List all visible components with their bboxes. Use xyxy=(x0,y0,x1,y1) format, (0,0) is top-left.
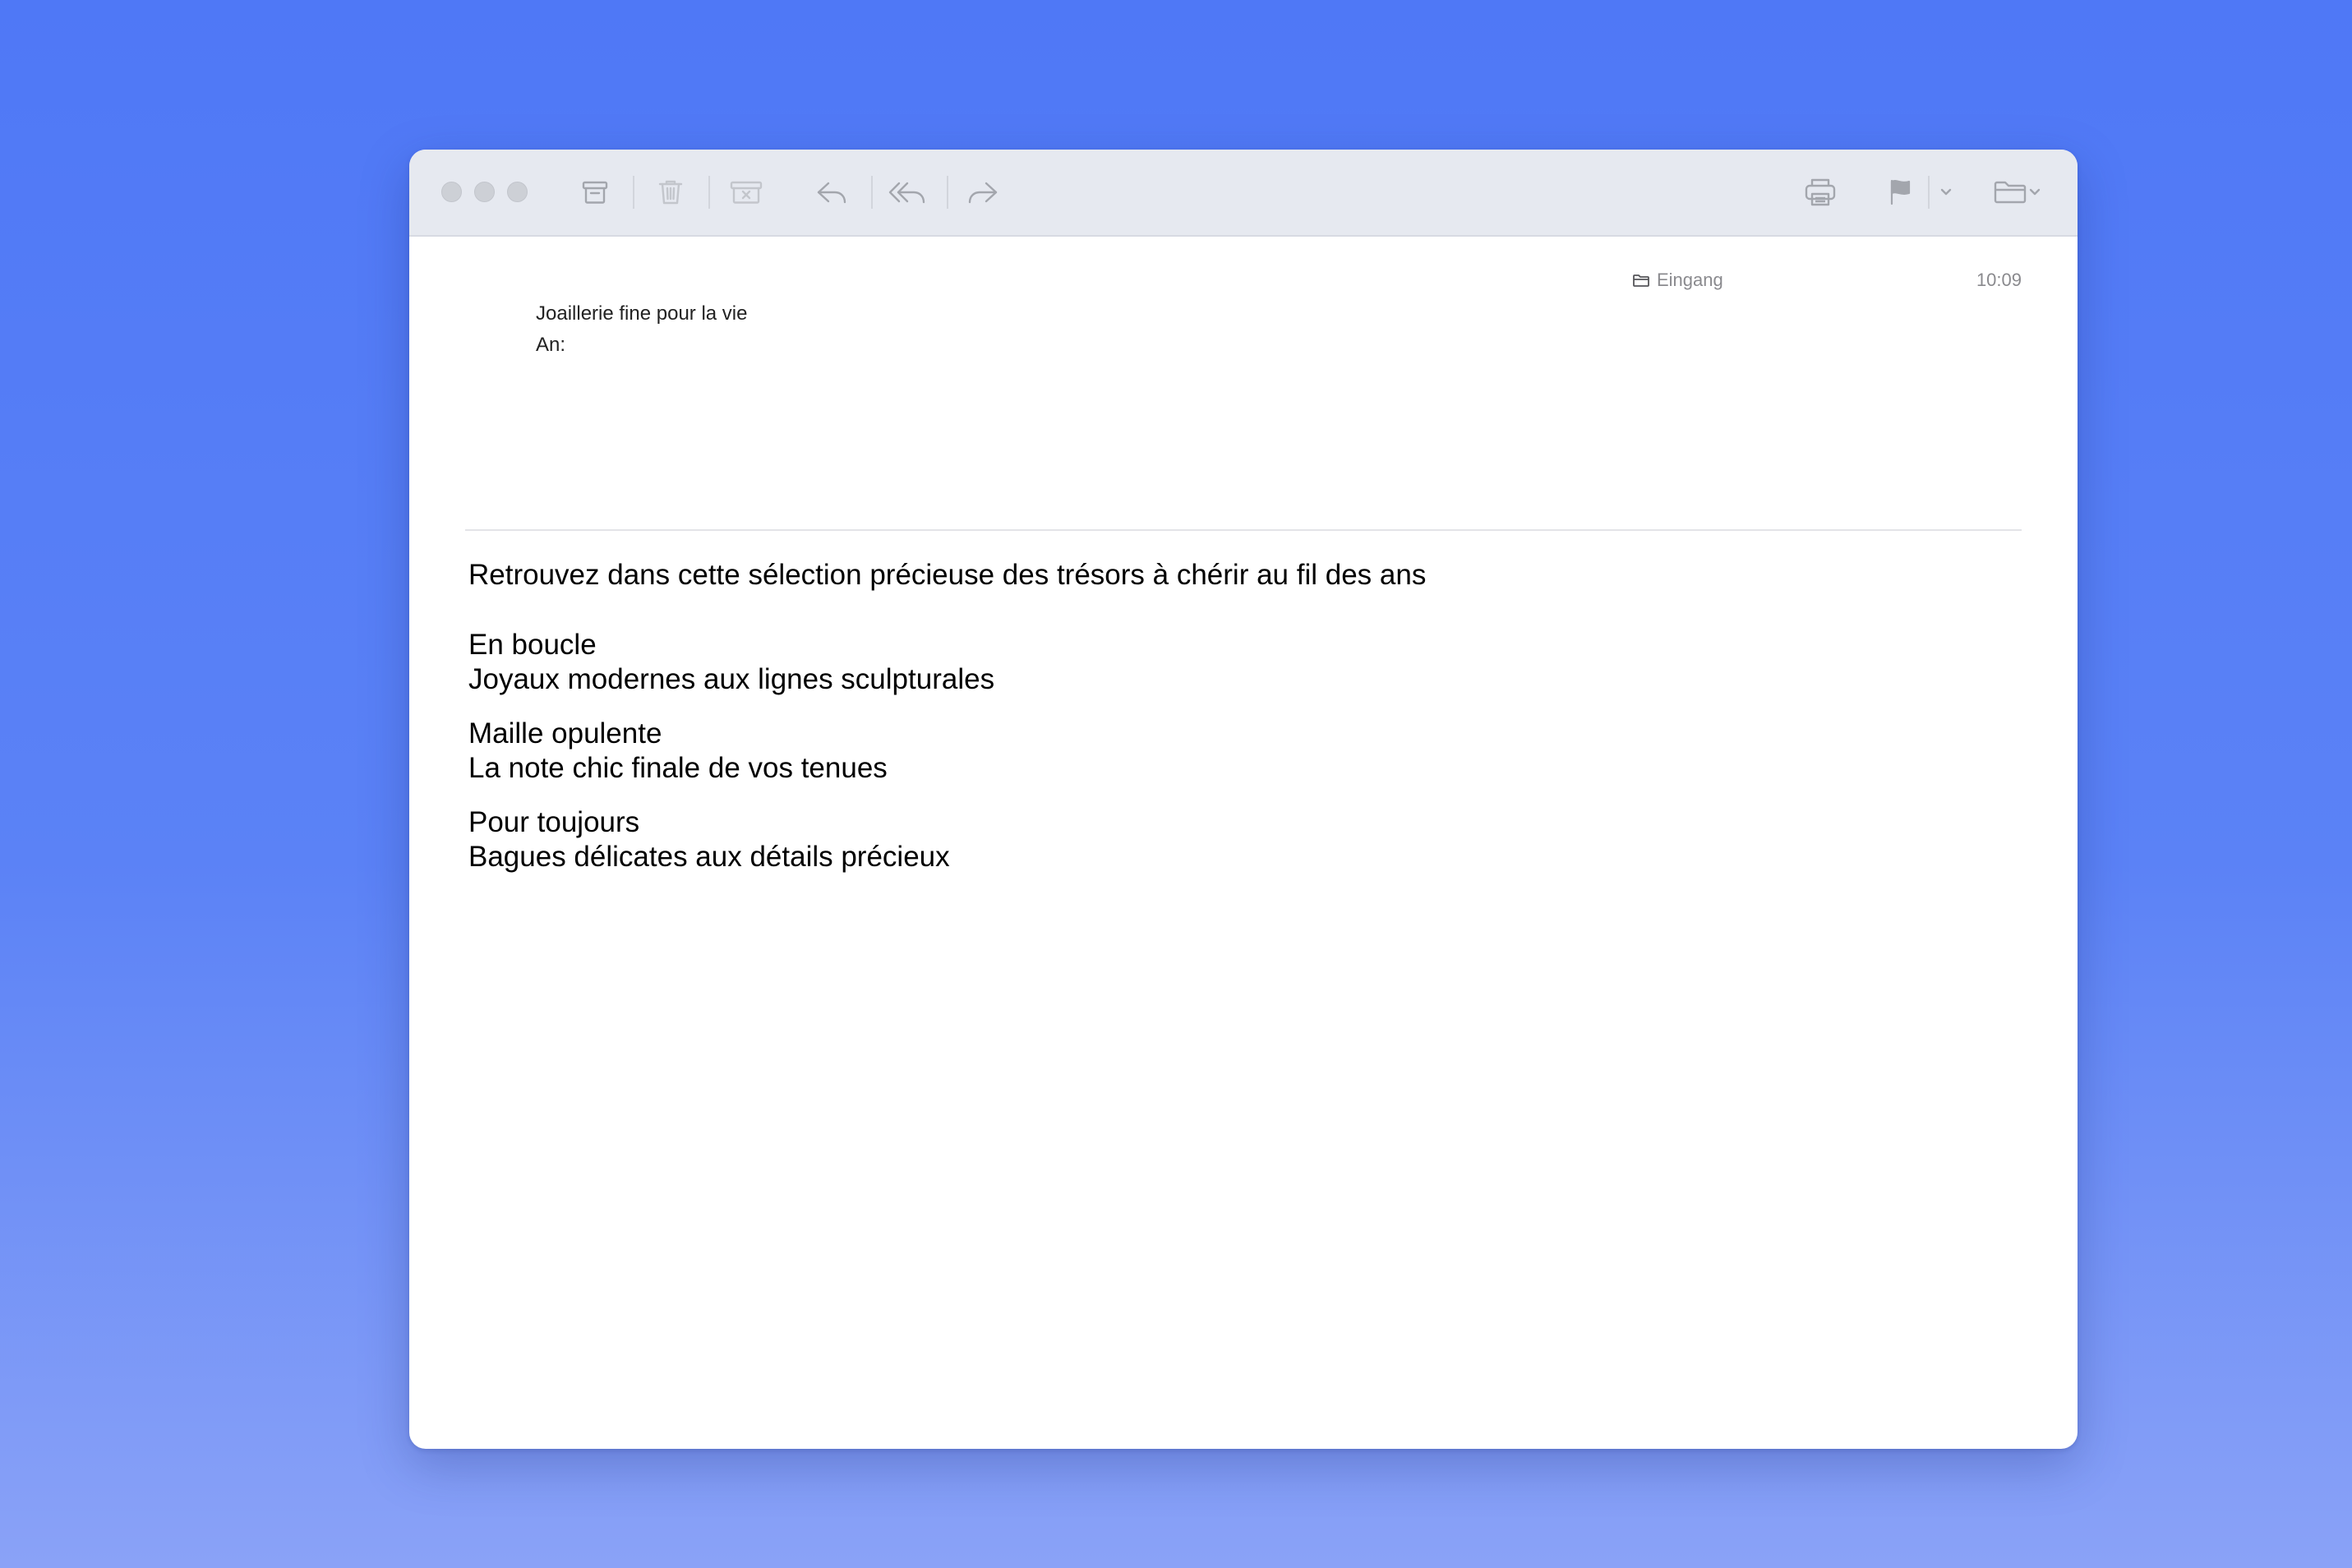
section-subtitle: Bagues délicates aux détails précieux xyxy=(468,841,950,873)
message-section: En boucle Joyaux modernes aux lignes scu… xyxy=(468,628,994,697)
minimize-window-button[interactable] xyxy=(474,182,495,202)
close-window-button[interactable] xyxy=(441,182,462,202)
archive-icon xyxy=(582,181,608,204)
chevron-down-icon xyxy=(2029,188,2041,196)
trash-icon xyxy=(658,180,683,205)
toolbar-separator xyxy=(947,176,948,209)
mailbox-name: Eingang xyxy=(1657,270,1723,290)
toolbar-separator xyxy=(633,176,634,209)
toolbar-separator xyxy=(871,176,873,209)
mailbox-label[interactable]: Eingang xyxy=(1632,270,1723,291)
message-section: Maille opulente La note chic finale de v… xyxy=(468,717,888,786)
flag-dropdown-button[interactable] xyxy=(1931,173,1961,212)
junk-icon xyxy=(730,181,763,204)
reply-all-button[interactable] xyxy=(888,173,927,212)
message-time: 10:09 xyxy=(1976,270,2022,290)
message-intro: Retrouvez dans cette sélection précieuse… xyxy=(468,559,1427,591)
move-to-folder-button[interactable] xyxy=(1990,173,2030,212)
reply-button[interactable] xyxy=(812,173,851,212)
junk-button[interactable] xyxy=(726,173,766,212)
archive-button[interactable] xyxy=(575,173,615,212)
print-button[interactable] xyxy=(1801,173,1840,212)
reply-icon xyxy=(817,182,846,204)
recipient-label: An: xyxy=(536,334,566,356)
section-title: Pour toujours xyxy=(468,806,640,838)
toolbar xyxy=(409,150,2078,237)
sender-name[interactable]: Joaillerie fine pour la vie xyxy=(536,302,747,325)
folder-icon xyxy=(1994,181,2027,204)
section-subtitle: La note chic finale de vos tenues xyxy=(468,752,888,784)
message-section: Pour toujours Bagues délicates aux détai… xyxy=(468,805,950,874)
mail-window: Eingang 10:09 Joaillerie fine pour la vi… xyxy=(409,150,2078,1449)
delete-button[interactable] xyxy=(651,173,690,212)
flag-icon xyxy=(1890,179,1911,205)
folder-icon xyxy=(1633,274,1649,287)
reply-all-icon xyxy=(888,182,925,204)
move-dropdown-button[interactable] xyxy=(2025,173,2045,212)
section-subtitle: Joyaux modernes aux lignes sculpturales xyxy=(468,663,995,695)
toolbar-separator xyxy=(1928,176,1930,209)
print-icon xyxy=(1805,178,1836,206)
section-title: Maille opulente xyxy=(468,717,662,749)
chevron-down-icon xyxy=(1940,188,1952,196)
forward-icon xyxy=(968,182,998,204)
flag-button[interactable] xyxy=(1880,173,1920,212)
toolbar-separator xyxy=(708,176,710,209)
section-title: En boucle xyxy=(468,629,597,661)
forward-button[interactable] xyxy=(963,173,1003,212)
message-view: Eingang 10:09 Joaillerie fine pour la vi… xyxy=(409,237,2078,1449)
header-divider xyxy=(465,529,2022,531)
zoom-window-button[interactable] xyxy=(507,182,528,202)
